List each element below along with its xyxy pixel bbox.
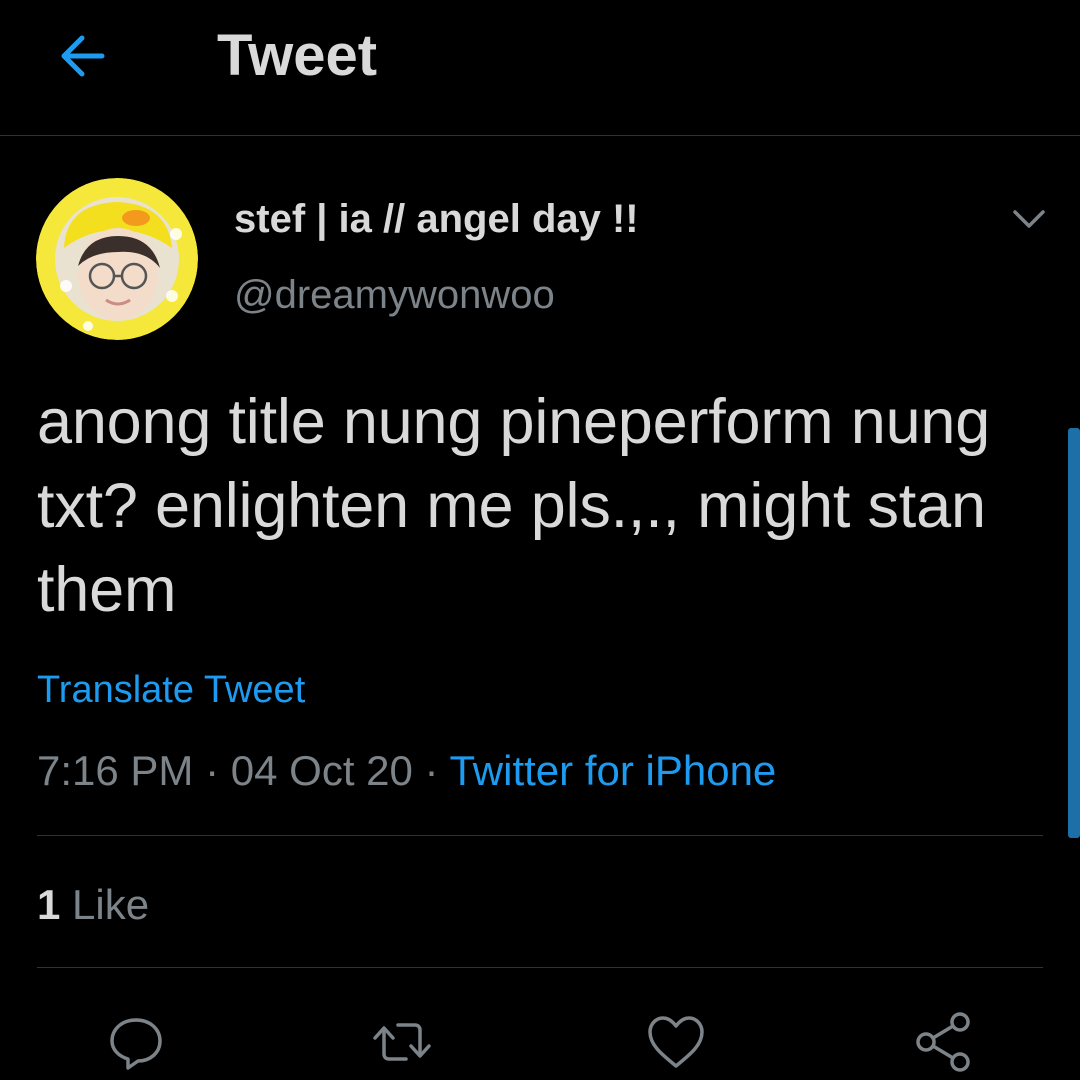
tweet-meta: 7:16 PM · 04 Oct 20 · Twitter for iPhone [37, 744, 776, 798]
author-handle[interactable]: @dreamywonwoo [234, 270, 555, 320]
translate-tweet-link[interactable]: Translate Tweet [37, 666, 305, 714]
top-bar: Tweet [0, 0, 1080, 136]
avatar[interactable] [36, 178, 198, 340]
reply-button[interactable] [104, 1010, 168, 1074]
divider [37, 967, 1043, 968]
meta-separator: · [424, 747, 439, 794]
chevron-down-icon [1013, 210, 1045, 228]
likes-summary[interactable]: 1 Like [37, 878, 149, 932]
share-button[interactable] [912, 1010, 976, 1074]
author-display-name[interactable]: stef | ia // angel day !! [234, 194, 639, 244]
scrollbar-thumb[interactable] [1068, 428, 1080, 838]
likes-label: Like [72, 881, 150, 928]
arrow-left-icon [61, 35, 105, 77]
divider [37, 835, 1043, 836]
heart-icon [648, 1016, 704, 1068]
likes-count: 1 [37, 881, 61, 928]
tweet-menu-button[interactable] [1005, 196, 1053, 244]
reply-icon [110, 1018, 162, 1070]
tweet-source-link[interactable]: Twitter for iPhone [449, 747, 776, 794]
retweet-icon [373, 1023, 431, 1061]
retweet-button[interactable] [370, 1010, 434, 1074]
tweet-text: anong title nung pineperform nung txt? e… [37, 387, 991, 625]
tweet-date: 04 Oct 20 [230, 747, 413, 794]
back-button[interactable] [52, 24, 116, 88]
meta-separator: · [205, 747, 220, 794]
share-icon [916, 1012, 970, 1072]
avatar-image [36, 178, 198, 340]
page-title: Tweet [217, 23, 378, 88]
like-button[interactable] [644, 1010, 708, 1074]
tweet-time: 7:16 PM [37, 747, 194, 794]
